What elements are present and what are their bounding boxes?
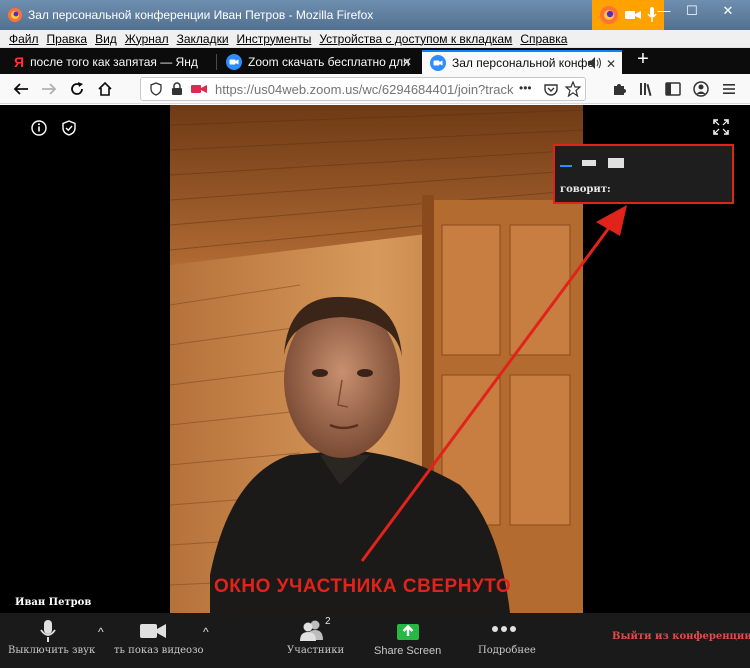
- speaking-label: говорит:: [560, 184, 611, 195]
- participants-icon: [300, 620, 323, 641]
- microphone-icon: [40, 620, 56, 642]
- participants-count: 2: [325, 616, 331, 627]
- maximize-panel-icon[interactable]: [607, 156, 625, 170]
- fullscreen-icon[interactable]: [712, 118, 730, 136]
- video-options-caret[interactable]: ^: [203, 625, 209, 639]
- leave-meeting-button[interactable]: Выйти из конференции: [612, 631, 750, 642]
- maximize-button[interactable]: ☐: [678, 0, 706, 22]
- account-icon[interactable]: [692, 80, 710, 98]
- more-label: Подробнее: [478, 645, 536, 656]
- video-camera-icon: [140, 624, 166, 638]
- info-icon[interactable]: [30, 119, 48, 137]
- page-actions-button[interactable]: •••: [519, 81, 532, 95]
- participants-button[interactable]: 2 Участники: [280, 613, 350, 668]
- menu-bar: Файл Правка Вид Журнал Закладки Инструме…: [0, 30, 750, 48]
- menu-file[interactable]: Файл: [9, 32, 39, 46]
- tab-label: Zoom скачать бесплатно для: [248, 55, 410, 69]
- back-arrow-icon[interactable]: [12, 80, 30, 98]
- shield-icon[interactable]: [149, 82, 163, 96]
- video-frame: [170, 105, 583, 613]
- hamburger-menu-icon[interactable]: [720, 80, 738, 98]
- audio-options-caret[interactable]: ^: [98, 625, 104, 639]
- camera-permission-icon[interactable]: [191, 83, 207, 95]
- sidebar-icon[interactable]: [664, 80, 682, 98]
- zoom-icon: [430, 55, 446, 71]
- tab-separator: [216, 54, 217, 70]
- reload-icon[interactable]: [68, 80, 86, 98]
- tab-close-icon[interactable]: ✕: [402, 55, 412, 69]
- mute-label: Выключить звук: [8, 645, 96, 656]
- tab-label: Зал персональной конфе: [452, 56, 595, 70]
- firefox-icon: [8, 8, 22, 22]
- url-bar[interactable]: https://us04web.zoom.us/wc/6294684401/jo…: [140, 77, 586, 101]
- camera-sharing-icon: [625, 11, 641, 19]
- menu-help[interactable]: Справка: [520, 32, 567, 46]
- participant-video: [170, 105, 583, 613]
- tab-zoom-meeting[interactable]: Зал персональной конфе ✕: [422, 50, 622, 74]
- stop-video-button[interactable]: ть показ видеозо: [110, 613, 205, 668]
- share-screen-button[interactable]: Share Screen: [370, 613, 445, 668]
- forward-arrow-icon[interactable]: [40, 80, 58, 98]
- meeting-toolbar: Выключить звук ^ ть показ видеозо ^ 2 Уч…: [0, 613, 750, 668]
- url-text: https://us04web.zoom.us/wc/6294684401/jo…: [215, 82, 514, 97]
- participant-name-label: Иван Петров: [15, 597, 92, 608]
- restore-panel-icon[interactable]: [581, 156, 597, 170]
- pocket-icon[interactable]: [543, 82, 559, 98]
- share-screen-icon: [397, 624, 419, 640]
- more-dots-icon: [492, 626, 516, 632]
- tab-zoom-download[interactable]: Zoom скачать бесплатно для ✕: [218, 50, 418, 74]
- stop-video-label: ть показ видеозо: [114, 645, 204, 656]
- firefox-icon: [600, 6, 618, 24]
- more-button[interactable]: Подробнее: [470, 613, 538, 668]
- navigation-bar: https://us04web.zoom.us/wc/6294684401/jo…: [0, 74, 750, 104]
- mute-button[interactable]: Выключить звук: [0, 613, 95, 668]
- minimize-button[interactable]: —: [650, 0, 678, 22]
- minimize-panel-icon[interactable]: [559, 156, 573, 170]
- menu-history[interactable]: Журнал: [125, 32, 169, 46]
- menu-tools[interactable]: Инструменты: [237, 32, 312, 46]
- library-icon[interactable]: [638, 80, 656, 98]
- bookmark-star-icon[interactable]: [565, 81, 581, 97]
- menu-edit[interactable]: Правка: [47, 32, 88, 46]
- encryption-shield-icon[interactable]: [60, 119, 78, 137]
- home-icon[interactable]: [96, 80, 114, 98]
- speaker-icon[interactable]: [588, 57, 602, 69]
- share-screen-label: Share Screen: [374, 645, 442, 657]
- annotation-text: ОКНО УЧАСТНИКА СВЕРНУТО: [214, 576, 512, 597]
- window-controls: — ☐ ✕: [650, 0, 750, 22]
- tab-yandex[interactable]: Я после того как запятая — Янд: [6, 50, 214, 74]
- menu-bookmarks[interactable]: Закладки: [177, 32, 229, 46]
- zoom-icon: [226, 54, 242, 70]
- collapsed-participant-panel: говорит:: [553, 144, 734, 204]
- window-titlebar: Зал персональной конференции Иван Петров…: [0, 0, 750, 30]
- zoom-meeting-view: говорит: ОКНО УЧАСТНИКА СВЕРНУТО Иван Пе…: [0, 105, 750, 668]
- window-title: Зал персональной конференции Иван Петров…: [28, 8, 374, 22]
- tab-label: после того как запятая — Янд: [30, 55, 198, 69]
- menu-synced-tabs[interactable]: Устройства с доступом к вкладкам: [319, 32, 512, 46]
- close-button[interactable]: ✕: [706, 0, 750, 22]
- new-tab-button[interactable]: +: [632, 49, 654, 71]
- extensions-puzzle-icon[interactable]: [610, 80, 628, 98]
- menu-view[interactable]: Вид: [95, 32, 117, 46]
- yandex-icon: Я: [14, 54, 25, 70]
- lock-icon[interactable]: [171, 82, 183, 96]
- tab-close-icon[interactable]: ✕: [606, 57, 616, 71]
- participants-label: Участники: [287, 645, 345, 656]
